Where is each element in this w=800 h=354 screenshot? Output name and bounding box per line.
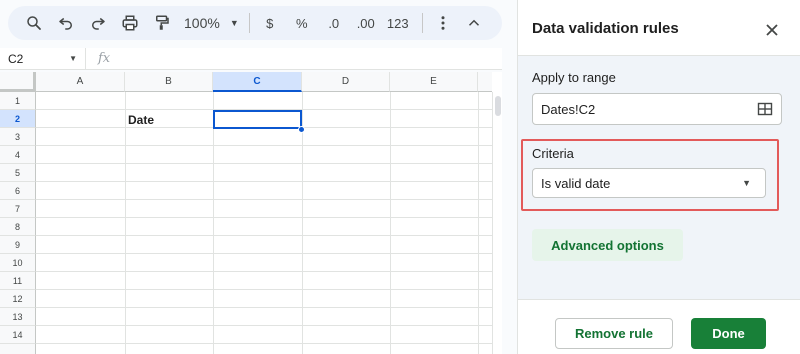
scrollbar-thumb[interactable] [495, 96, 501, 116]
caret-down-icon: ▼ [229, 18, 239, 28]
grid-line [36, 235, 492, 236]
zoom-select[interactable]: 100% ▼ [184, 15, 239, 31]
grid-line [390, 92, 391, 354]
panel-title: Data validation rules [532, 20, 679, 37]
fill-handle[interactable] [298, 126, 305, 133]
grid-line [213, 92, 214, 354]
sheets-window: 100% ▼ $ % .0 .00 123 C2 ▼ fx A B C D E … [0, 0, 800, 354]
grid-line [36, 181, 492, 182]
column-header-d[interactable]: D [302, 72, 390, 92]
cell-b2[interactable]: Date [128, 113, 154, 127]
undo-icon[interactable] [52, 9, 80, 37]
criteria-label: Criteria [532, 146, 574, 161]
grid-line [36, 307, 492, 308]
row-header[interactable]: 4 [0, 146, 36, 164]
zoom-value: 100% [184, 15, 220, 31]
close-icon[interactable] [764, 22, 780, 38]
row-header[interactable]: 5 [0, 164, 36, 182]
cell-reference: C2 [8, 51, 24, 66]
selected-cell-c2[interactable] [213, 110, 302, 129]
row-header[interactable]: 9 [0, 236, 36, 254]
column-header-a[interactable]: A [36, 72, 125, 92]
redo-icon[interactable] [84, 9, 112, 37]
fx-icon: fx [98, 51, 111, 66]
name-box[interactable]: C2 ▼ [0, 47, 86, 70]
row-header[interactable]: 10 [0, 254, 36, 272]
column-header-b[interactable]: B [125, 72, 213, 92]
row-header[interactable]: 2 [0, 110, 36, 128]
grid-line [36, 343, 492, 344]
search-icon[interactable] [20, 9, 48, 37]
row-header[interactable]: 13 [0, 308, 36, 326]
increase-decimals-label: .00 [356, 15, 375, 31]
currency-format-button[interactable]: $ [256, 9, 284, 37]
row-header[interactable]: 12 [0, 290, 36, 308]
data-validation-panel: Data validation rules Apply to range Dat… [517, 0, 800, 354]
grid-line [36, 289, 492, 290]
row-header[interactable]: 14 [0, 326, 36, 344]
row-header[interactable]: 8 [0, 218, 36, 236]
spreadsheet-grid[interactable]: A B C D E 1 2 3 4 5 6 7 8 9 10 11 12 13 … [0, 72, 502, 354]
done-button[interactable]: Done [691, 318, 766, 349]
grid-line [125, 92, 126, 354]
criteria-value: Is valid date [541, 175, 611, 191]
row-header[interactable]: 6 [0, 182, 36, 200]
grid-line [36, 145, 492, 146]
row-header[interactable]: 11 [0, 272, 36, 290]
row-header[interactable]: 7 [0, 200, 36, 218]
paint-format-icon[interactable] [148, 9, 176, 37]
row-header[interactable]: 1 [0, 92, 36, 110]
remove-rule-button[interactable]: Remove rule [555, 318, 673, 349]
caret-down-icon: ▼ [742, 178, 751, 188]
column-header-e[interactable]: E [390, 72, 478, 92]
decrease-decimals-label: .0 [328, 15, 340, 31]
caret-down-icon: ▼ [69, 54, 77, 63]
toolbar-divider [248, 13, 250, 33]
grid-line [36, 271, 492, 272]
rule-editor: Apply to range Dates!C2 Criteria Is vali… [518, 55, 800, 300]
apply-range-label: Apply to range [532, 70, 616, 85]
range-input[interactable]: Dates!C2 [532, 93, 782, 125]
percent-format-button[interactable]: % [288, 9, 316, 37]
row-header[interactable] [0, 344, 36, 354]
grid-line [36, 217, 492, 218]
grid-line [478, 92, 479, 354]
increase-decimals-button[interactable]: .00 [352, 9, 380, 37]
criteria-select[interactable]: Is valid date ▼ [532, 168, 766, 198]
more-vert-icon[interactable] [429, 9, 457, 37]
grid-line [36, 199, 492, 200]
range-value: Dates!C2 [541, 101, 596, 117]
column-header-c[interactable]: C [213, 72, 302, 92]
number-format-button[interactable]: 123 [384, 9, 412, 37]
grid-line [36, 325, 492, 326]
toolbar-divider [421, 13, 423, 33]
print-icon[interactable] [116, 9, 144, 37]
toolbar: 100% ▼ $ % .0 .00 123 [8, 6, 502, 40]
column-header-f[interactable] [478, 72, 492, 92]
advanced-options-button[interactable]: Advanced options [532, 229, 683, 261]
select-all-corner[interactable] [0, 72, 36, 92]
chevron-up-icon[interactable] [460, 9, 488, 37]
grid-line [36, 253, 492, 254]
vertical-scrollbar[interactable] [492, 92, 502, 354]
decrease-decimals-button[interactable]: .0 [320, 9, 348, 37]
grid-line [36, 163, 492, 164]
formula-bar: C2 ▼ fx [0, 47, 502, 70]
grid-select-icon[interactable] [757, 101, 773, 117]
row-header[interactable]: 3 [0, 128, 36, 146]
